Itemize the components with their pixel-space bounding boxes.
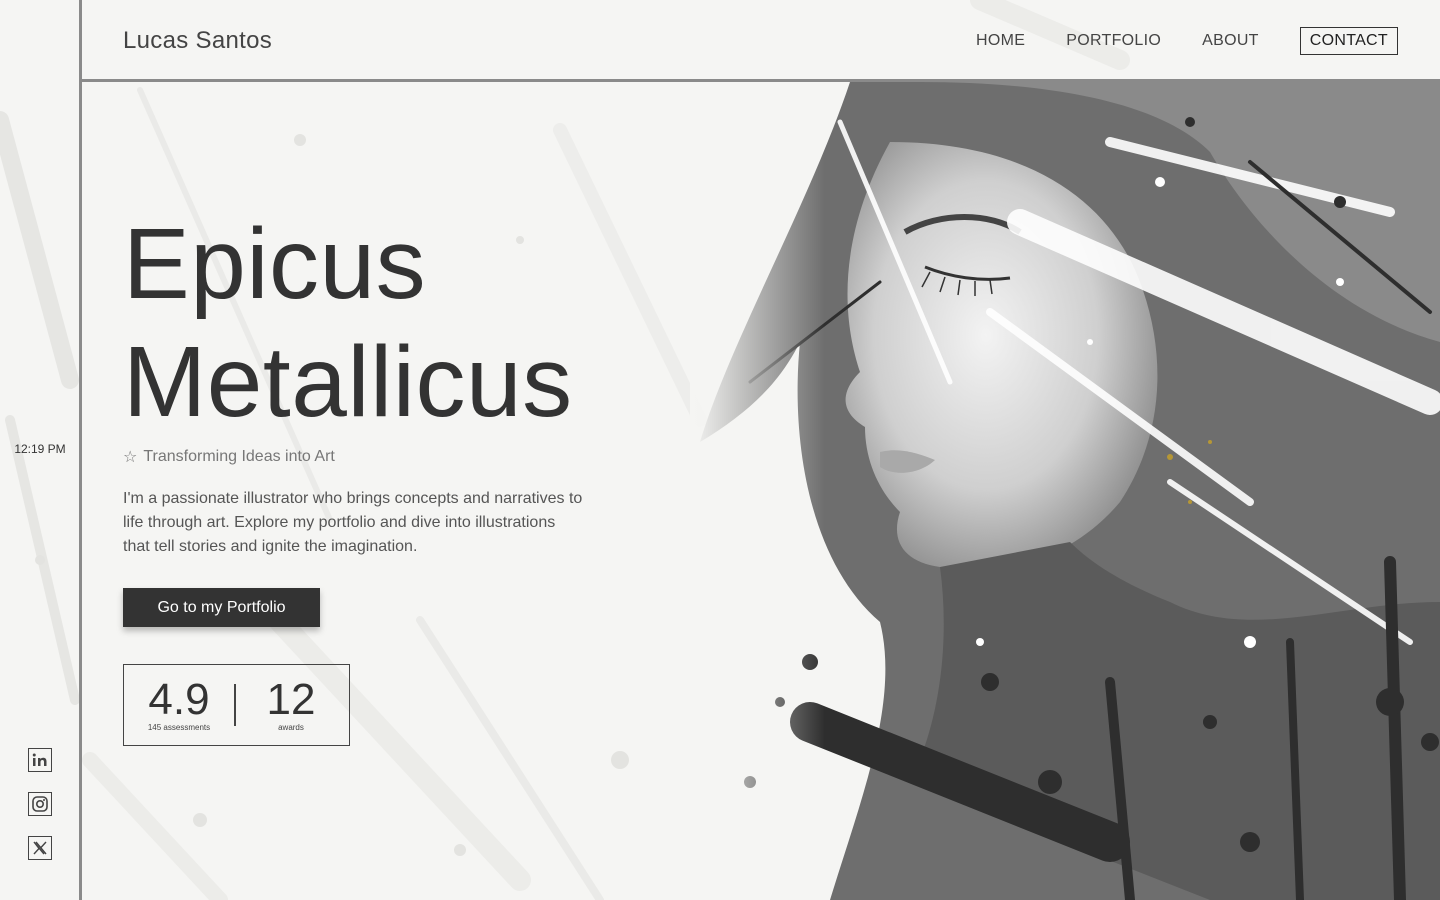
stat-rating: 4.9 145 assessments <box>146 675 212 733</box>
stat-divider <box>234 684 236 726</box>
main-nav: HOME PORTFOLIO ABOUT CONTACT <box>935 27 1398 55</box>
hero-title-line2: Metallicus <box>123 326 573 438</box>
brand-name[interactable]: Lucas Santos <box>123 27 272 55</box>
hero-title-line1: Epicus <box>123 208 427 320</box>
hero-artwork <box>690 82 1440 900</box>
stat-rating-label: 145 assessments <box>147 723 211 732</box>
star-icon: ☆ <box>123 449 138 466</box>
x-glyph <box>33 841 47 855</box>
linkedin-glyph <box>32 753 47 766</box>
left-rail: 12:19 PM <box>0 0 82 900</box>
x-icon[interactable] <box>28 836 52 860</box>
stat-awards: 12 awards <box>261 675 321 733</box>
tagline: ☆ Transforming Ideas into Art <box>123 447 583 467</box>
clock-time: 12:19 PM <box>14 442 66 456</box>
tagline-text: Transforming Ideas into Art <box>143 448 335 465</box>
nav-about[interactable]: ABOUT <box>1202 32 1259 50</box>
portfolio-button[interactable]: Go to my Portfolio <box>123 588 320 627</box>
stat-awards-label: awards <box>278 723 304 732</box>
site-header: Lucas Santos HOME PORTFOLIO ABOUT CONTAC… <box>82 0 1440 82</box>
hero-description: I'm a passionate illustrator who brings … <box>123 490 583 555</box>
hero-section: Epicus Metallicus ☆ Transforming Ideas i… <box>123 205 583 746</box>
hero-title: Epicus Metallicus <box>123 205 583 441</box>
stat-rating-value: 4.9 <box>148 675 210 724</box>
stats-box: 4.9 145 assessments 12 awards <box>123 664 350 746</box>
stat-awards-value: 12 <box>266 675 316 724</box>
nav-home[interactable]: HOME <box>976 32 1025 50</box>
linkedin-icon[interactable] <box>28 748 52 772</box>
nav-portfolio[interactable]: PORTFOLIO <box>1066 32 1161 50</box>
nav-contact-button[interactable]: CONTACT <box>1299 27 1398 55</box>
page: 12:19 PM Lucas Santos HOME PORTFOLIO ABO… <box>0 0 1440 900</box>
instagram-icon[interactable] <box>28 792 52 816</box>
instagram-glyph <box>32 796 48 812</box>
